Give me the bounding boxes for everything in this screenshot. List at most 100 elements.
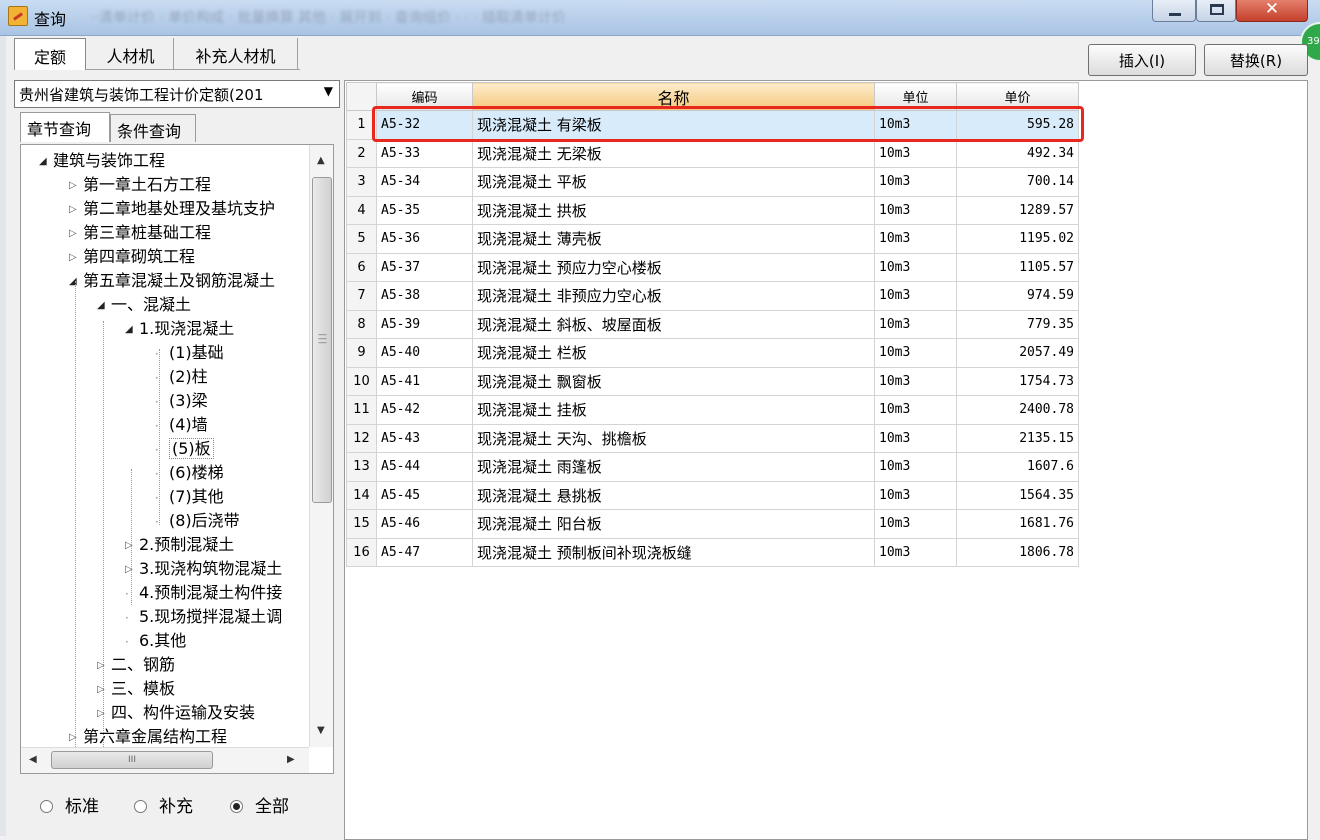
filter-standard[interactable]: 标准	[40, 792, 99, 817]
tree-node[interactable]: · (6)楼梯	[155, 461, 224, 485]
replace-button[interactable]: 替换(R)	[1204, 44, 1308, 76]
table-row[interactable]: 3 A5-34 现浇混凝土 平板 10m3 700.14	[346, 167, 1079, 197]
collapsed-arrow-icon[interactable]: ▷	[97, 678, 111, 702]
table-row[interactable]: 13 A5-44 现浇混凝土 雨篷板 10m3 1607.6	[346, 452, 1079, 482]
vertical-scrollbar[interactable]: ▲ — — — ▼	[309, 145, 333, 747]
tree-node[interactable]: · (7)其他	[155, 485, 224, 509]
cell-price[interactable]: 2135.15	[956, 423, 1079, 453]
tree-node[interactable]: · (4)墙	[155, 413, 208, 437]
cell-name[interactable]: 现浇混凝土 阳台板	[472, 509, 875, 539]
tree-node[interactable]: ▷ 第一章土石方工程	[69, 173, 211, 197]
scroll-up-icon[interactable]: ▲	[317, 155, 325, 166]
collapsed-arrow-icon[interactable]: ▷	[69, 198, 83, 222]
row-number[interactable]: 16	[346, 537, 377, 567]
row-number[interactable]: 3	[346, 167, 377, 197]
cell-price[interactable]: 1607.6	[956, 452, 1079, 482]
cell-unit[interactable]: 10m3	[874, 224, 957, 254]
table-row[interactable]: 6 A5-37 现浇混凝土 预应力空心楼板 10m3 1105.57	[346, 252, 1079, 282]
cell-code[interactable]: A5-36	[376, 224, 473, 254]
tree-node[interactable]: ◢ 一、混凝土	[97, 293, 191, 317]
tree-node[interactable]: · 4.预制混凝土构件接	[125, 581, 282, 605]
cell-unit[interactable]: 10m3	[874, 509, 957, 539]
row-number[interactable]: 13	[346, 452, 377, 482]
row-number[interactable]: 10	[346, 366, 377, 396]
tree-node[interactable]: ◢ 1.现浇混凝土	[125, 317, 234, 341]
tab-condition-query[interactable]: 条件查询	[110, 114, 196, 142]
scroll-left-icon[interactable]: ◀	[29, 754, 37, 765]
tree-node[interactable]: · (1)基础	[155, 341, 224, 365]
cell-name[interactable]: 现浇混凝土 斜板、坡屋面板	[472, 309, 875, 339]
tree-node[interactable]: · (3)梁	[155, 389, 208, 413]
cell-name[interactable]: 现浇混凝土 悬挑板	[472, 480, 875, 510]
row-number[interactable]: 15	[346, 509, 377, 539]
scroll-down-icon[interactable]: ▼	[317, 725, 325, 736]
cell-name[interactable]: 现浇混凝土 天沟、挑檐板	[472, 423, 875, 453]
row-number[interactable]: 14	[346, 480, 377, 510]
cell-code[interactable]: A5-45	[376, 480, 473, 510]
row-number[interactable]: 2	[346, 138, 377, 168]
cell-unit[interactable]: 10m3	[874, 138, 957, 168]
table-row[interactable]: 8 A5-39 现浇混凝土 斜板、坡屋面板 10m3 779.35	[346, 309, 1079, 339]
cell-code[interactable]: A5-39	[376, 309, 473, 339]
cell-price[interactable]: 2400.78	[956, 395, 1079, 425]
cell-price[interactable]: 1195.02	[956, 224, 1079, 254]
collapsed-arrow-icon[interactable]: ▷	[97, 702, 111, 726]
cell-price[interactable]: 1681.76	[956, 509, 1079, 539]
radio-icon[interactable]	[134, 800, 147, 813]
cell-price[interactable]: 1564.35	[956, 480, 1079, 510]
table-row[interactable]: 5 A5-36 现浇混凝土 薄壳板 10m3 1195.02	[346, 224, 1079, 254]
cell-code[interactable]: A5-47	[376, 537, 473, 567]
cell-price[interactable]: 974.59	[956, 281, 1079, 311]
cell-price[interactable]: 1289.57	[956, 195, 1079, 225]
cell-unit[interactable]: 10m3	[874, 195, 957, 225]
cell-unit[interactable]: 10m3	[874, 281, 957, 311]
cell-name[interactable]: 现浇混凝土 无梁板	[472, 138, 875, 168]
cell-name[interactable]: 现浇混凝土 预制板间补现浇板缝	[472, 537, 875, 567]
cell-code[interactable]: A5-38	[376, 281, 473, 311]
cell-name[interactable]: 现浇混凝土 拱板	[472, 195, 875, 225]
tree-node[interactable]: ▷ 第二章地基处理及基坑支护	[69, 197, 275, 221]
insert-button[interactable]: 插入(I)	[1088, 44, 1196, 76]
row-number[interactable]: 7	[346, 281, 377, 311]
collapsed-arrow-icon[interactable]: ▷	[69, 726, 83, 747]
cell-code[interactable]: A5-42	[376, 395, 473, 425]
table-row[interactable]: 11 A5-42 现浇混凝土 挂板 10m3 2400.78	[346, 395, 1079, 425]
close-button[interactable]: ✕	[1236, 0, 1308, 22]
cell-price[interactable]: 492.34	[956, 138, 1079, 168]
row-number[interactable]: 12	[346, 423, 377, 453]
cell-unit[interactable]: 10m3	[874, 395, 957, 425]
expanded-arrow-icon[interactable]: ◢	[39, 150, 53, 174]
tab-quota[interactable]: 定额	[14, 38, 86, 70]
cell-name[interactable]: 现浇混凝土 飘窗板	[472, 366, 875, 396]
tree-node[interactable]: · (5)板	[155, 437, 214, 461]
cell-name[interactable]: 现浇混凝土 雨篷板	[472, 452, 875, 482]
chevron-down-icon[interactable]: ▼	[324, 84, 333, 98]
cell-code[interactable]: A5-44	[376, 452, 473, 482]
cell-code[interactable]: A5-46	[376, 509, 473, 539]
tree-node[interactable]: ▷ 第四章砌筑工程	[69, 245, 195, 269]
filter-supplement[interactable]: 补充	[134, 792, 193, 817]
expanded-arrow-icon[interactable]: ◢	[69, 270, 83, 294]
cell-code[interactable]: A5-43	[376, 423, 473, 453]
cell-price[interactable]: 779.35	[956, 309, 1079, 339]
vertical-scroll-thumb[interactable]: — — —	[312, 177, 332, 503]
tree-node[interactable]: · 6.其他	[125, 629, 186, 653]
filter-all[interactable]: 全部	[230, 792, 289, 817]
collapsed-arrow-icon[interactable]: ▷	[97, 654, 111, 678]
cell-unit[interactable]: 10m3	[874, 480, 957, 510]
quota-library-select[interactable]: 贵州省建筑与装饰工程计价定额(201 ▼	[14, 80, 340, 108]
row-number[interactable]: 5	[346, 224, 377, 254]
cell-code[interactable]: A5-35	[376, 195, 473, 225]
cell-code[interactable]: A5-37	[376, 252, 473, 282]
row-number[interactable]: 9	[346, 338, 377, 368]
table-row[interactable]: 10 A5-41 现浇混凝土 飘窗板 10m3 1754.73	[346, 366, 1079, 396]
tree-node[interactable]: · 5.现场搅拌混凝土调	[125, 605, 282, 629]
tree-node[interactable]: ▷ 四、构件运输及安装	[97, 701, 255, 725]
row-number[interactable]: 8	[346, 309, 377, 339]
cell-name[interactable]: 现浇混凝土 非预应力空心板	[472, 281, 875, 311]
minimize-button[interactable]	[1152, 0, 1196, 22]
cell-unit[interactable]: 10m3	[874, 167, 957, 197]
radio-icon[interactable]	[40, 800, 53, 813]
tab-supplement-material[interactable]: 补充人材机	[174, 38, 298, 70]
cell-code[interactable]: A5-41	[376, 366, 473, 396]
